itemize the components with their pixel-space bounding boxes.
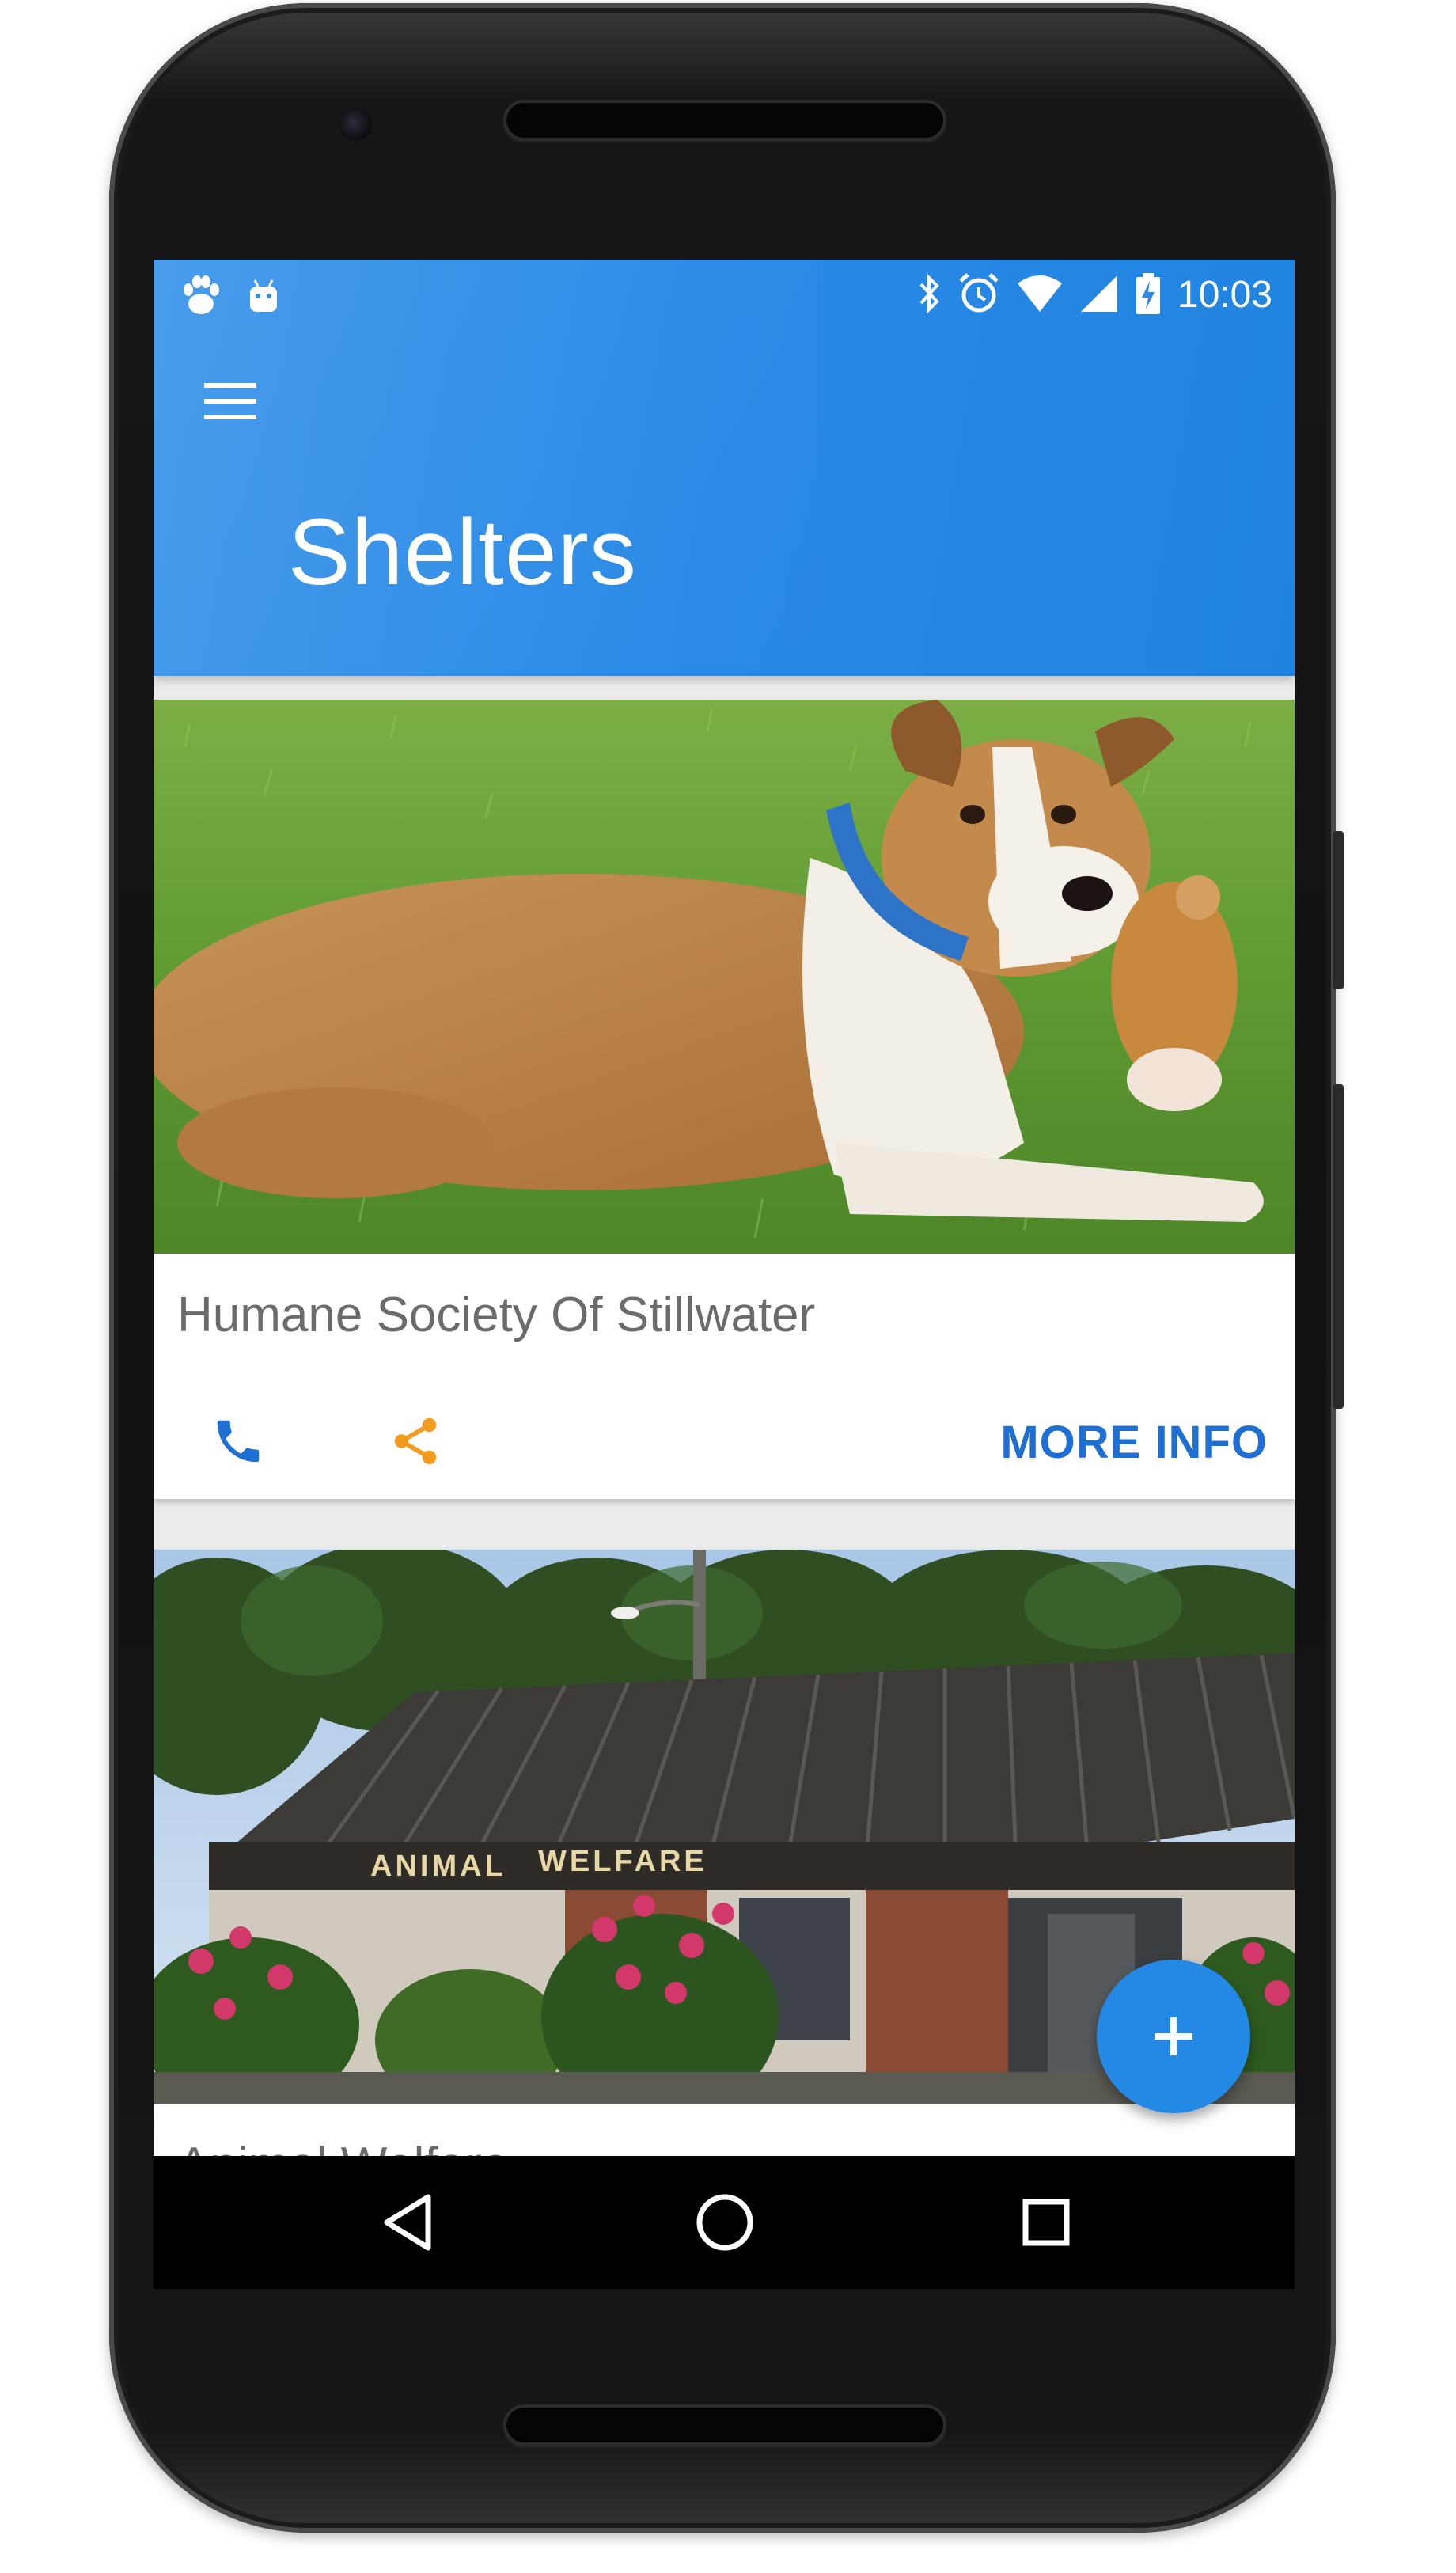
- front-camera: [339, 108, 372, 141]
- hamburger-menu-icon[interactable]: [195, 366, 266, 437]
- android-icon: [247, 277, 280, 319]
- status-bar: 10:03: [154, 260, 1295, 331]
- bottom-speaker: [503, 2404, 946, 2446]
- power-button: [1333, 831, 1344, 989]
- battery-charging-icon: [1135, 271, 1162, 320]
- earpiece-speaker: [503, 100, 946, 141]
- alarm-icon: [957, 271, 1000, 320]
- dog-on-grass-photo: [154, 700, 1295, 1254]
- navigation-bar: [154, 2156, 1295, 2289]
- paw-icon: [177, 274, 225, 322]
- cell-signal-icon: [1079, 274, 1119, 317]
- shelter-card[interactable]: Humane Society Of Stillwater MORE INFO: [154, 700, 1295, 1499]
- screen: 10:03 Shelters Humane Society Of Stillwa…: [154, 260, 1295, 2289]
- share-icon[interactable]: [380, 1406, 451, 1477]
- more-info-button[interactable]: MORE INFO: [997, 1407, 1271, 1478]
- status-time: 10:03: [1177, 274, 1272, 316]
- back-icon[interactable]: [369, 2183, 448, 2262]
- plus-icon: [1155, 2017, 1192, 2055]
- bluetooth-icon: [918, 271, 942, 320]
- page-title: Shelters: [288, 500, 637, 605]
- volume-button: [1333, 1084, 1344, 1409]
- wifi-icon: [1016, 274, 1064, 317]
- app-bar: 10:03 Shelters: [154, 260, 1295, 676]
- card-actions: MORE INFO: [154, 1388, 1295, 1483]
- shelter-name: Humane Society Of Stillwater: [177, 1288, 816, 1342]
- home-icon[interactable]: [685, 2183, 764, 2262]
- svg-text:WELFARE: WELFARE: [538, 1845, 707, 1878]
- svg-text:ANIMAL: ANIMAL: [370, 1850, 506, 1883]
- recents-icon[interactable]: [1007, 2183, 1086, 2262]
- add-shelter-fab[interactable]: [1097, 1960, 1250, 2113]
- phone-icon[interactable]: [203, 1406, 274, 1477]
